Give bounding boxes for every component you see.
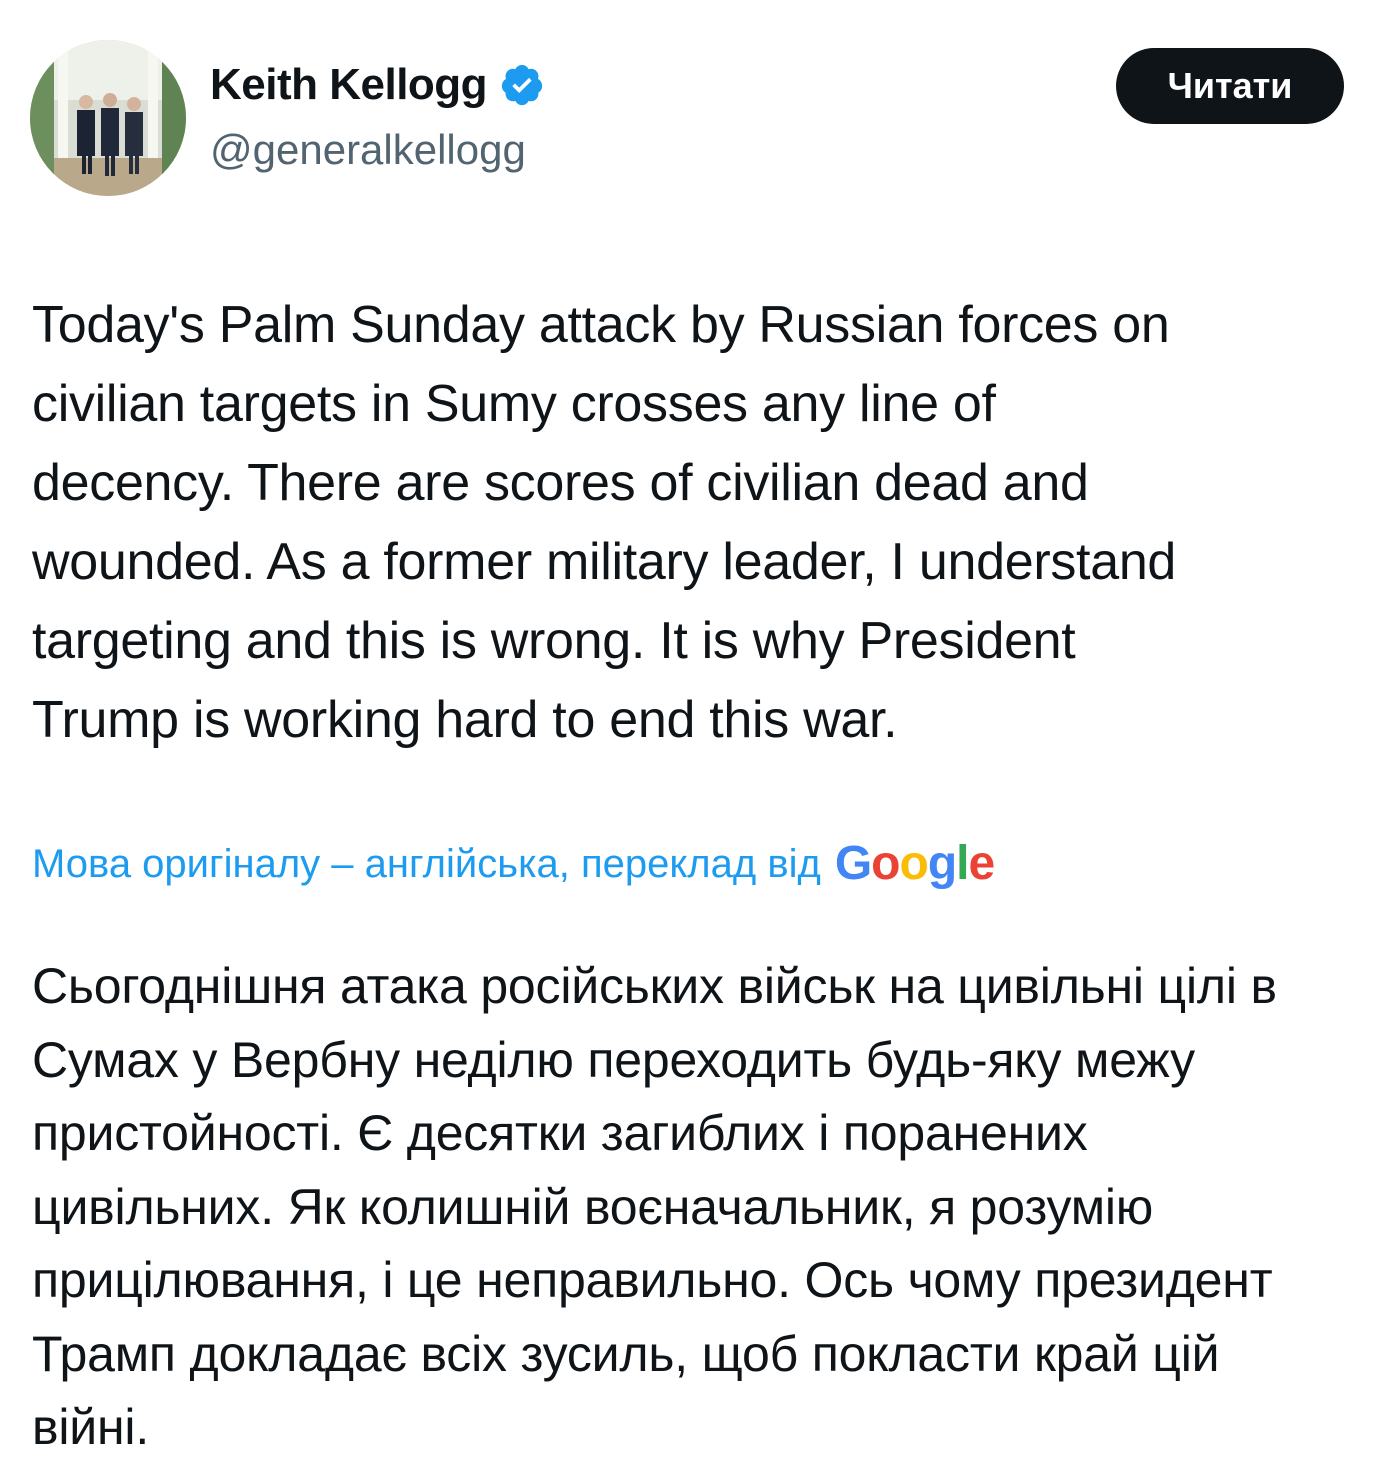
google-letter: e	[968, 837, 995, 890]
author-handle[interactable]: @generalkellogg	[210, 126, 526, 174]
avatar-photo-icon	[30, 40, 186, 196]
google-letter: o	[871, 837, 900, 890]
follow-button[interactable]: Читати	[1116, 48, 1344, 124]
translated-text: Сьогоднішня атака російських військ на ц…	[32, 958, 1277, 1455]
author-name[interactable]: Keith Kellogg	[210, 60, 488, 110]
translation-note[interactable]: Мова оригіналу – англійська, переклад ві…	[32, 837, 995, 890]
google-letter: g	[927, 837, 957, 890]
google-letter: o	[899, 837, 928, 890]
google-logo: Google	[834, 837, 995, 890]
author-avatar[interactable]	[30, 40, 186, 196]
author-name-row: Keith Kellogg	[210, 60, 545, 110]
google-letter: l	[956, 837, 969, 890]
tweet: Keith Kellogg @generalkellogg Читати Tod…	[0, 0, 1400, 1473]
google-letter: G	[834, 837, 872, 890]
translation-note-text: Мова оригіналу – англійська, переклад ві…	[32, 841, 821, 886]
verified-badge-icon	[501, 64, 543, 106]
tweet-text: Today's Palm Sunday attack by Russian fo…	[32, 296, 1177, 749]
